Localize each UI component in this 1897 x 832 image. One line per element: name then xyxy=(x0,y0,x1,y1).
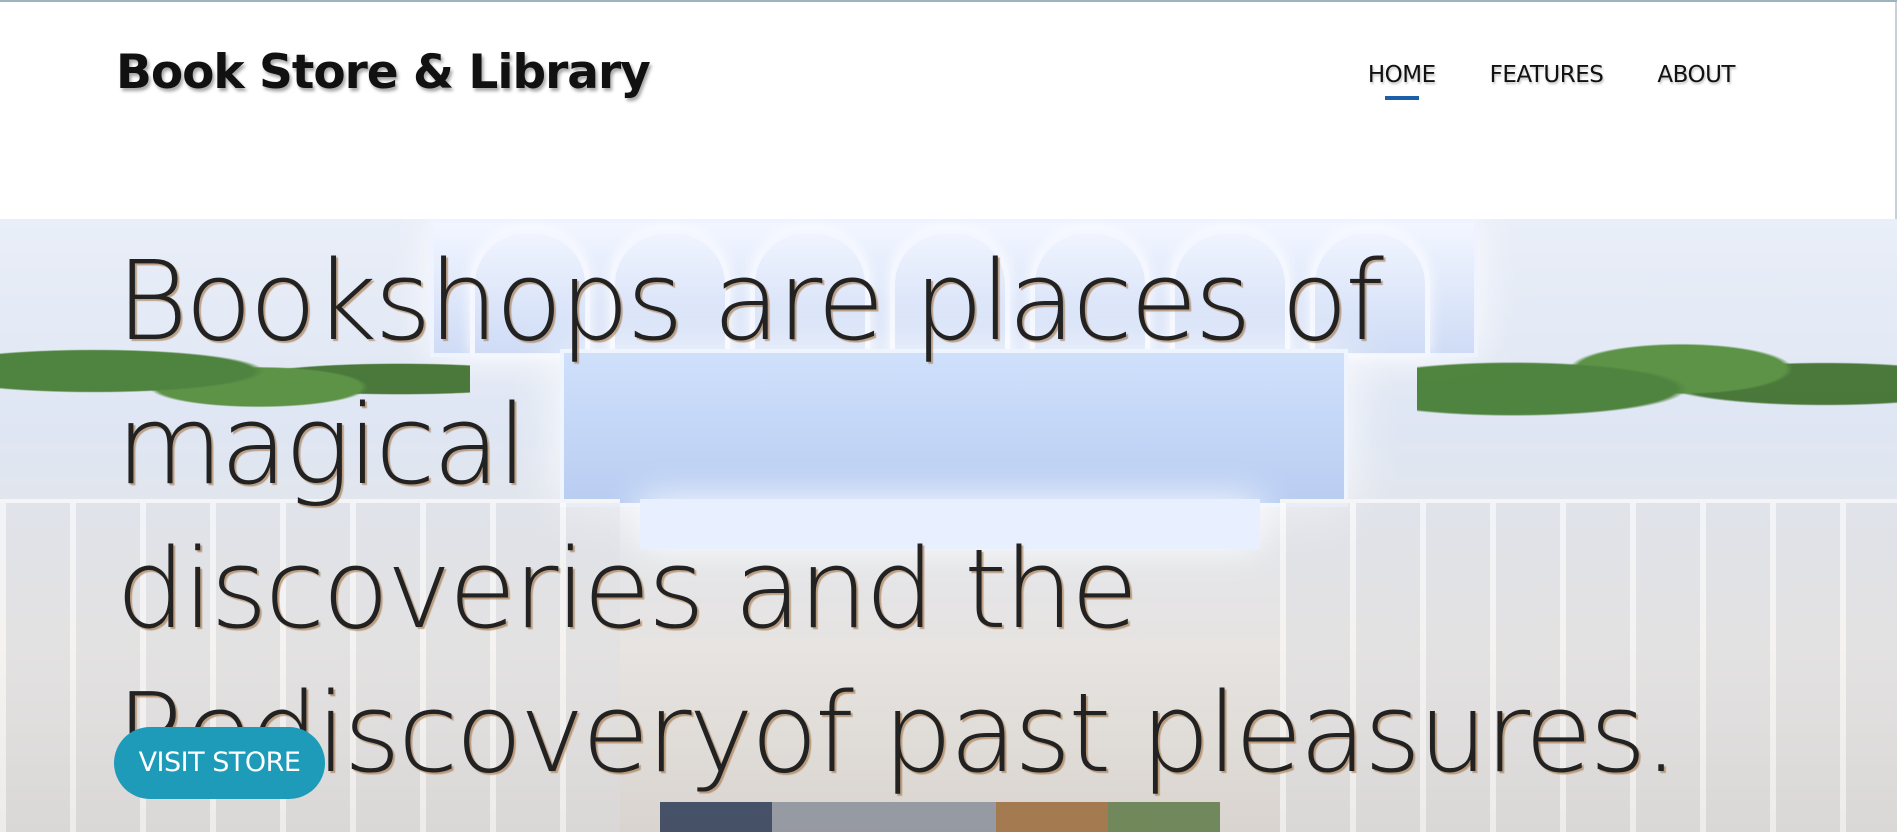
hero-line-3: Rediscoveryof past pleasures. xyxy=(116,669,1679,797)
nav-features-link[interactable]: FEATURES xyxy=(1490,62,1604,88)
hero-section: Bookshops are places of magical discover… xyxy=(0,219,1897,832)
hero-heading: Bookshops are places of magical discover… xyxy=(116,229,1816,805)
nav-about-link[interactable]: ABOUT xyxy=(1657,62,1735,88)
hero-line-1: Bookshops are places of magical xyxy=(116,237,1384,509)
navbar: Book Store & Library HOME FEATURES ABOUT xyxy=(0,2,1897,219)
main-nav: HOME FEATURES ABOUT xyxy=(1314,62,1736,88)
hero-line-2: discoveries and the xyxy=(116,525,1138,653)
visit-store-button[interactable]: VISIT STORE xyxy=(114,727,325,799)
nav-home-link[interactable]: HOME xyxy=(1368,62,1436,88)
site-brand[interactable]: Book Store & Library xyxy=(116,45,651,100)
